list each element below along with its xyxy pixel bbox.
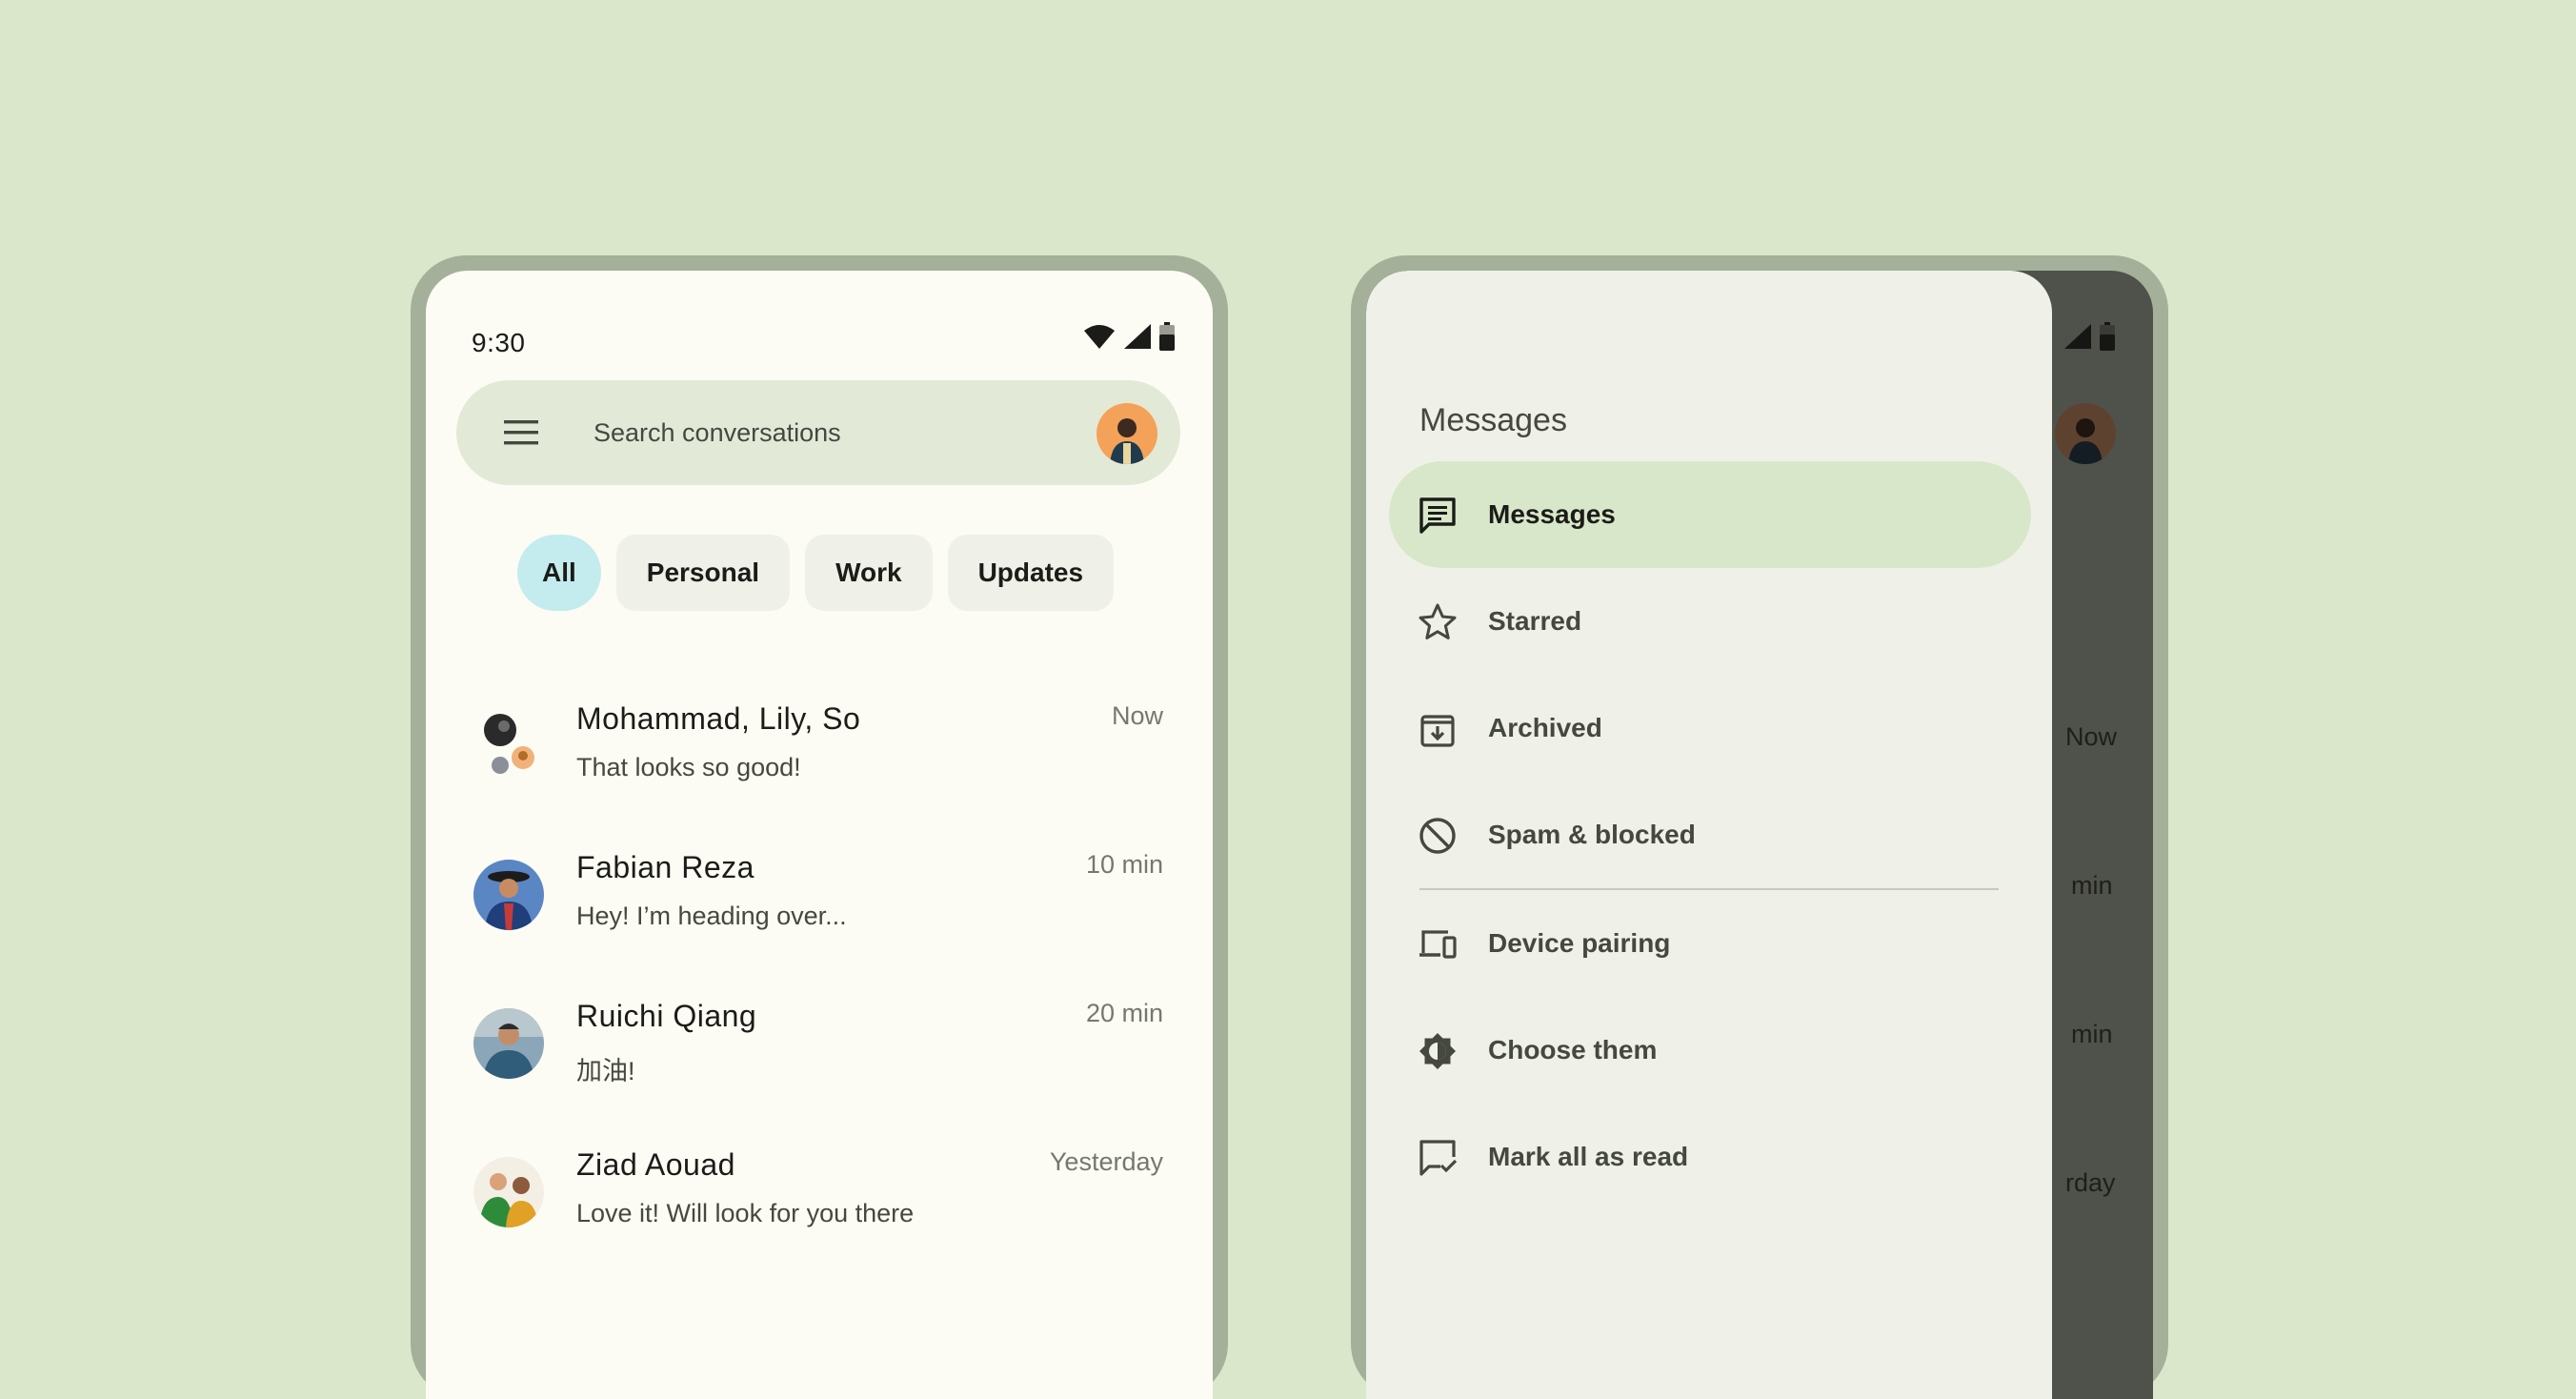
conversation-preview: That looks so good! — [576, 753, 801, 781]
conversation-name: Ziad Aouad — [576, 1147, 735, 1182]
dimmed-time: Now — [2065, 722, 2118, 751]
brightness-icon — [1419, 1033, 1456, 1069]
conversation-name: Mohammad, Lily, So — [576, 701, 861, 736]
archive-icon — [1420, 715, 1455, 747]
conversation-name: Ruichi Qiang — [576, 999, 757, 1033]
status-icons — [1083, 322, 1175, 351]
battery-icon — [2100, 322, 2115, 351]
nav-label: Device pairing — [1488, 928, 1671, 958]
conversation-time: 20 min — [1085, 999, 1163, 1027]
conversation-time: 10 min — [1085, 850, 1163, 879]
status-icons-dimmed — [2063, 322, 2115, 351]
contact-avatar — [473, 1157, 544, 1227]
group-avatar — [473, 709, 550, 785]
chip-updates[interactable]: Updates — [947, 535, 1115, 611]
drawer-title: Messages — [1419, 402, 1567, 438]
nav-label: Choose them — [1488, 1035, 1658, 1064]
conversation-time: Now — [1111, 701, 1163, 730]
battery-icon — [1159, 322, 1175, 351]
nav-label: Archived — [1488, 713, 1602, 742]
search-bar[interactable]: Search conversations — [456, 380, 1180, 485]
nav-item-starred[interactable]: Starred — [1389, 568, 2031, 675]
nav-item-archived[interactable]: Archived — [1389, 675, 2031, 781]
phone-frame-conversations: 9:30 Search conversations All Personal W… — [411, 255, 1228, 1399]
chat-icon — [1419, 497, 1456, 534]
cell-signal-icon — [2064, 324, 2091, 349]
conversation-preview: Hey! I’m heading over... — [576, 902, 847, 930]
contact-avatar — [473, 860, 544, 930]
block-icon — [1419, 818, 1456, 854]
chip-personal[interactable]: Personal — [615, 535, 791, 611]
nav-item-mark-all-read[interactable]: Mark all as read — [1389, 1104, 2031, 1210]
status-time: 9:30 — [472, 328, 526, 357]
nav-item-choose-theme[interactable]: Choose them — [1389, 997, 2031, 1104]
phone-frame-drawer: Now min min rday Messages Messages Starr… — [1351, 255, 2168, 1399]
cell-signal-icon — [1124, 324, 1151, 349]
nav-item-messages[interactable]: Messages — [1389, 461, 2031, 568]
user-avatar-dimmed — [2055, 403, 2116, 464]
user-avatar[interactable] — [1097, 403, 1157, 464]
conversation-name: Fabian Reza — [576, 850, 755, 884]
search-input[interactable]: Search conversations — [594, 418, 841, 448]
nav-label: Mark all as read — [1488, 1142, 1689, 1171]
chip-work[interactable]: Work — [805, 535, 933, 611]
hamburger-menu-icon[interactable] — [504, 416, 538, 449]
nav-item-device-pairing[interactable]: Device pairing — [1389, 890, 2031, 997]
dimmed-time: rday — [2065, 1168, 2116, 1197]
contact-avatar — [473, 1008, 544, 1079]
navigation-drawer: Messages Messages Starred Archived Spam … — [1366, 271, 2052, 1399]
conversation-item[interactable]: Fabian Reza Hey! I’m heading over... 10 … — [426, 829, 1213, 978]
conversation-item[interactable]: Ruichi Qiang 加油! 20 min — [426, 978, 1213, 1126]
nav-label: Messages — [1488, 499, 1616, 529]
nav-label: Starred — [1488, 606, 1582, 636]
nav-item-spam-blocked[interactable]: Spam & blocked — [1389, 781, 2031, 888]
conversation-item[interactable]: Ziad Aouad Love it! Will look for you th… — [426, 1126, 1213, 1275]
conversation-time: Yesterday — [1049, 1147, 1163, 1176]
conversation-preview: 加油! — [576, 1057, 635, 1085]
star-icon — [1419, 603, 1457, 639]
dimmed-time: min — [2071, 1020, 2113, 1048]
conversation-item[interactable]: Mohammad, Lily, So That looks so good! N… — [426, 680, 1213, 829]
nav-label: Spam & blocked — [1488, 820, 1696, 849]
devices-icon — [1419, 930, 1457, 959]
conversations-screen: 9:30 Search conversations All Personal W… — [426, 271, 1213, 1399]
conversation-preview: Love it! Will look for you there — [576, 1199, 915, 1227]
drawer-screen: Now min min rday Messages Messages Starr… — [1366, 271, 2153, 1399]
wifi-icon — [1084, 325, 1115, 349]
filter-chips: All Personal Work Updates — [517, 535, 1115, 611]
mark-read-icon — [1419, 1140, 1458, 1176]
dimmed-time: min — [2071, 871, 2113, 900]
chip-all[interactable]: All — [517, 535, 601, 611]
